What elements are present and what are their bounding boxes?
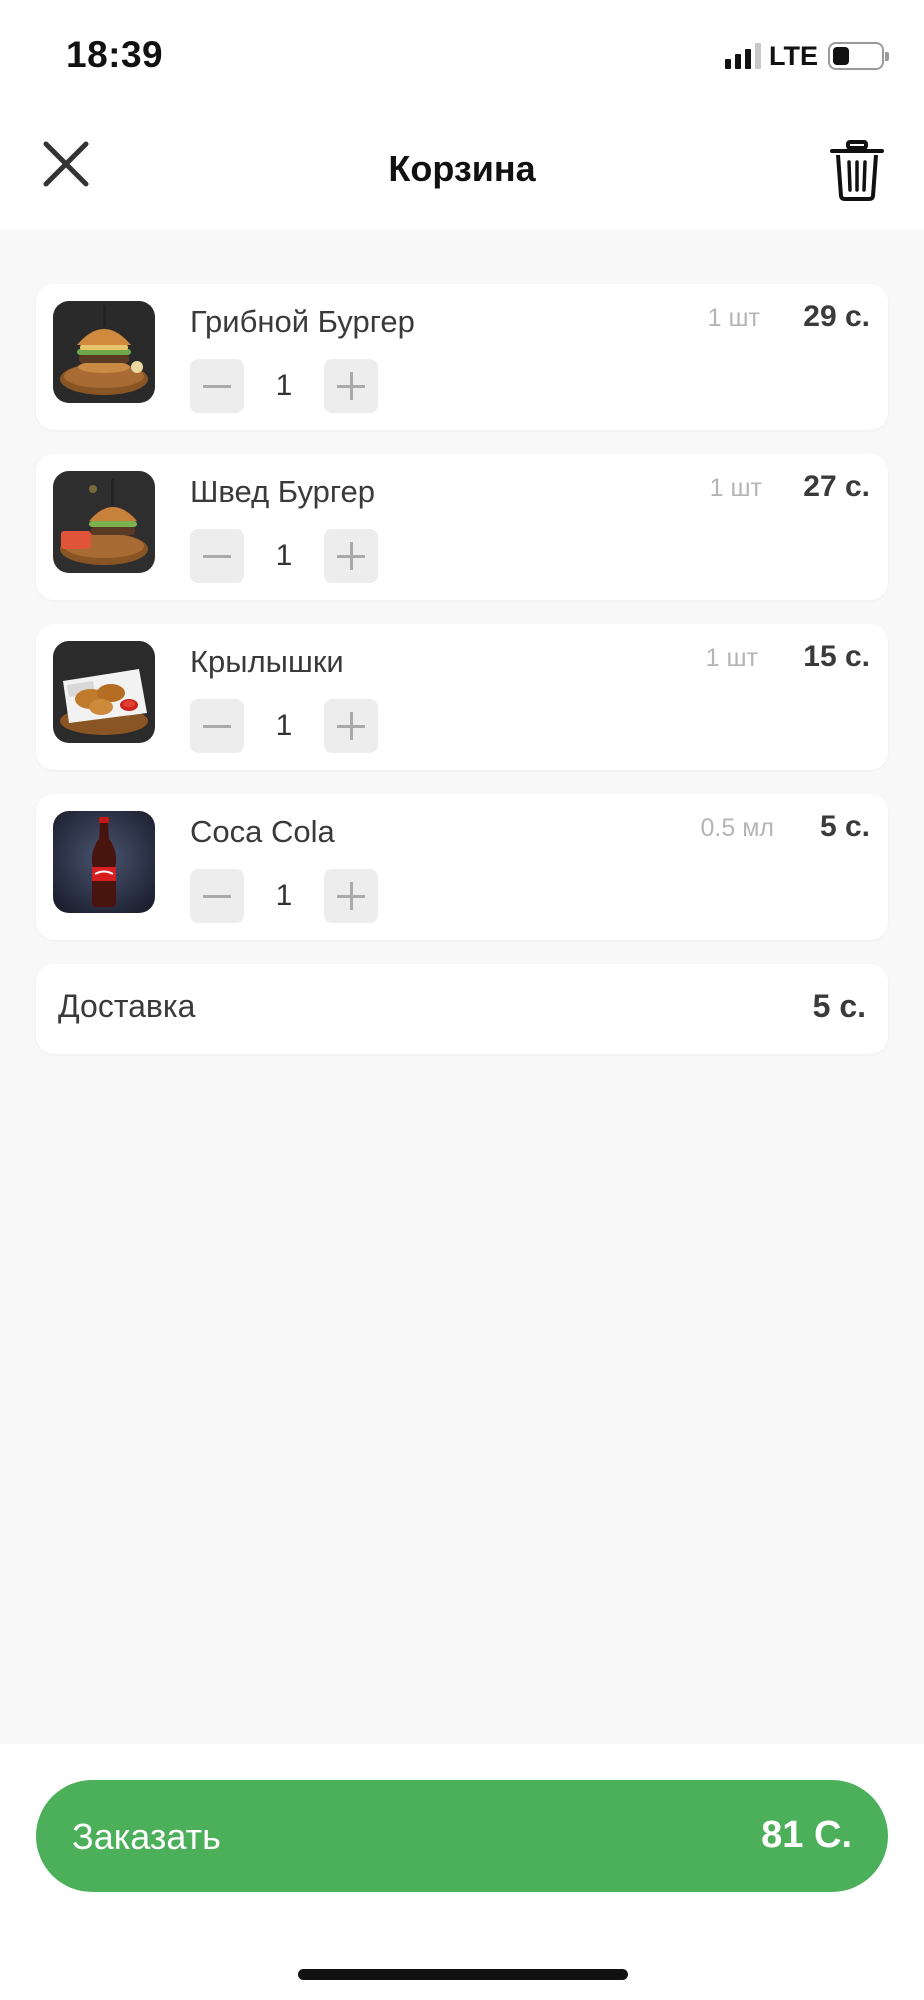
- item-price: 27 с.: [803, 470, 870, 503]
- quantity-stepper: 1: [190, 529, 378, 583]
- item-name: Крылышки: [190, 644, 344, 679]
- order-button[interactable]: Заказать 81 С.: [36, 1780, 888, 1892]
- page-title: Корзина: [388, 148, 536, 189]
- delivery-label: Доставка: [58, 988, 196, 1024]
- increase-button[interactable]: [324, 869, 378, 923]
- order-total: 81 С.: [761, 1814, 852, 1856]
- minus-icon: [203, 725, 231, 728]
- increase-button[interactable]: [324, 359, 378, 413]
- decrease-button[interactable]: [190, 529, 244, 583]
- item-unit: 1 шт: [707, 304, 760, 332]
- item-price: 5 с.: [819, 810, 870, 843]
- order-button-label: Заказать: [72, 1816, 221, 1857]
- cart-item: Coca Cola 0.5 мл 5 с. 1: [36, 794, 888, 940]
- status-indicators: LTE: [725, 38, 889, 74]
- quantity-value: 1: [275, 539, 293, 572]
- home-indicator[interactable]: [298, 1969, 628, 1980]
- coca-cola-bottle-image: [53, 811, 155, 913]
- top-bar: 18:39 LTE Корзина: [0, 0, 924, 230]
- delivery-row: Доставка 5 с.: [36, 964, 888, 1054]
- decrease-button[interactable]: [190, 869, 244, 923]
- item-price: 15 с.: [803, 640, 870, 673]
- minus-icon: [203, 385, 231, 388]
- quantity-stepper: 1: [190, 699, 378, 753]
- item-unit: 0.5 мл: [700, 814, 774, 842]
- trash-icon: [830, 140, 884, 201]
- quantity-stepper: 1: [190, 359, 378, 413]
- item-name: Грибной Бургер: [190, 304, 415, 339]
- item-name: Швед Бургер: [190, 474, 375, 509]
- delivery-price: 5 с.: [812, 988, 866, 1024]
- increase-button[interactable]: [324, 699, 378, 753]
- swede-burger-image: [53, 471, 155, 573]
- decrease-button[interactable]: [190, 699, 244, 753]
- quantity-stepper: 1: [190, 869, 378, 923]
- status-time: 18:39: [66, 34, 164, 75]
- minus-icon: [203, 555, 231, 558]
- quantity-value: 1: [275, 709, 293, 742]
- minus-icon: [203, 895, 231, 898]
- item-name: Coca Cola: [190, 814, 335, 849]
- increase-button[interactable]: [324, 529, 378, 583]
- item-price: 29 с.: [803, 300, 870, 333]
- cart-item: Швед Бургер 1 шт 27 с. 1: [36, 454, 888, 600]
- battery-icon: [828, 42, 889, 70]
- signal-icon: [725, 43, 761, 69]
- decrease-button[interactable]: [190, 359, 244, 413]
- network-type: LTE: [769, 40, 818, 71]
- cart-item: Крылышки 1 шт 15 с. 1: [36, 624, 888, 770]
- cart-item: Грибной Бургер 1 шт 29 с. 1: [36, 284, 888, 430]
- cart-list: Грибной Бургер 1 шт 29 с. 1 Швед Бургер …: [36, 284, 888, 1054]
- item-unit: 1 шт: [709, 474, 762, 502]
- bottom-bar: Заказать 81 С.: [0, 1744, 924, 2000]
- item-unit: 1 шт: [705, 644, 758, 672]
- battery-fill: [833, 47, 849, 65]
- mushroom-burger-image: [53, 301, 155, 403]
- quantity-value: 1: [275, 879, 293, 912]
- quantity-value: 1: [275, 369, 293, 402]
- clear-cart-button[interactable]: [826, 138, 888, 202]
- chicken-wings-image: [53, 641, 155, 743]
